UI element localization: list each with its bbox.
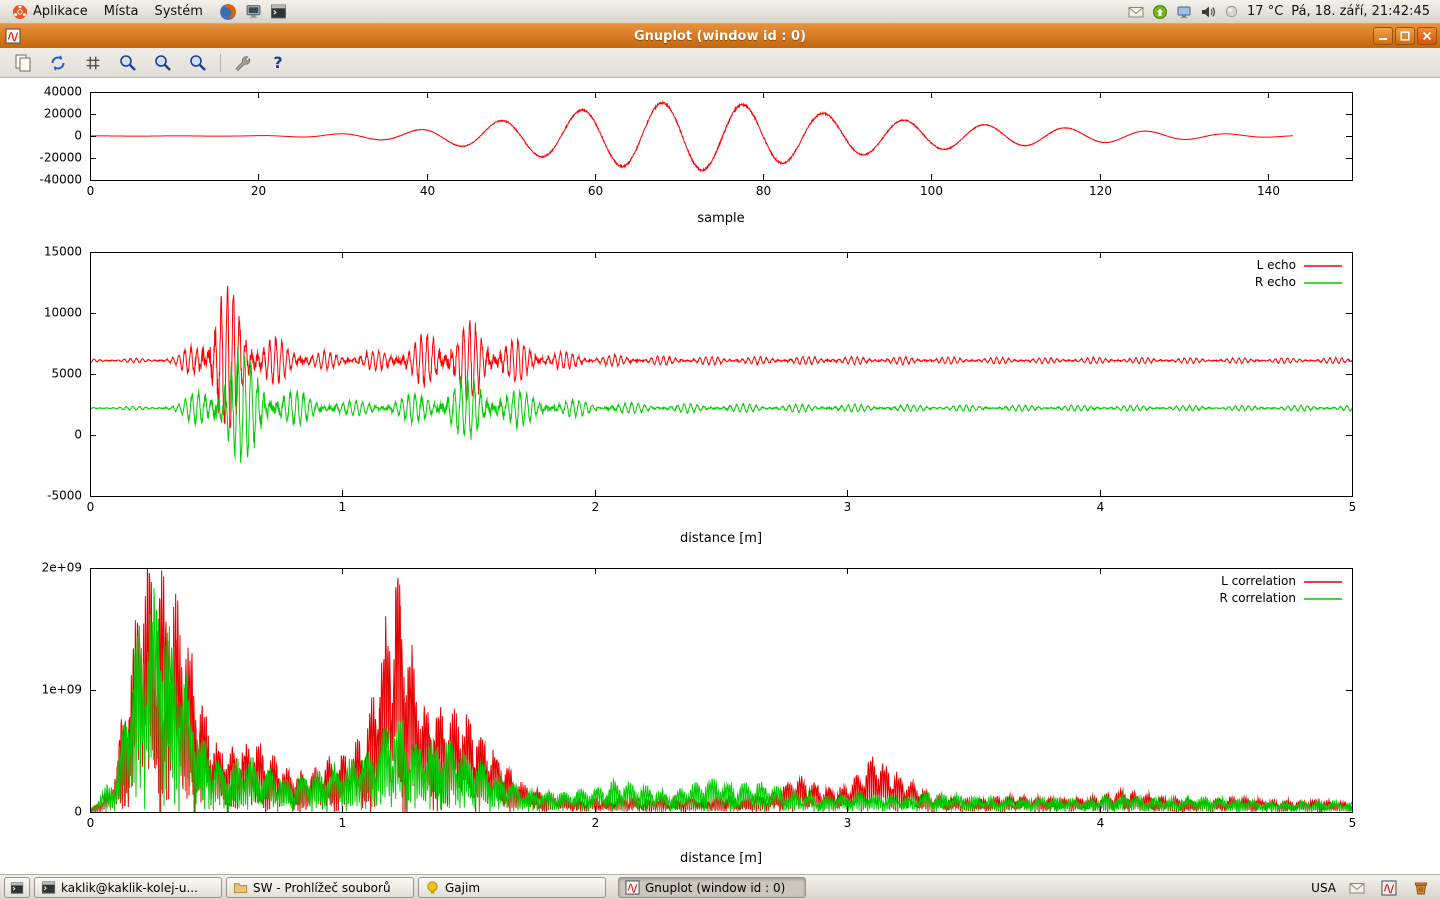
show-desktop-button[interactable] (4, 877, 30, 898)
minimize-button[interactable] (1373, 27, 1393, 45)
temperature-label[interactable]: 17 °C (1247, 4, 1283, 19)
gajim-icon (425, 880, 440, 895)
menu-system[interactable]: Systém (146, 0, 210, 24)
display-icon[interactable] (1176, 4, 1192, 20)
maximize-icon (1399, 30, 1411, 42)
plot-area (0, 78, 1440, 874)
panel-status-area: 17 °C Pá, 18. září, 21:42:45 (1128, 4, 1436, 20)
trash-icon (1413, 880, 1429, 896)
tray-mail[interactable] (1346, 878, 1368, 898)
gnuplot-toolbar: ? (0, 48, 1440, 78)
desktop: Aplikace Místa Systém 17 °C Pá, 18. září… (0, 0, 1440, 900)
toolbar-zoom-next-button[interactable] (150, 51, 176, 75)
menu-system-label: Systém (154, 4, 202, 19)
firefox-launcher-icon[interactable] (219, 3, 237, 21)
help-icon: ? (273, 53, 282, 72)
gnome-taskbar: kaklik@kaklik-kolej-u... SW - Prohlížeč … (0, 874, 1440, 900)
gnuplot-icon (625, 880, 640, 895)
toolbar-autoscale-button[interactable] (185, 51, 211, 75)
desktop-icon (10, 881, 24, 895)
gnome-top-panel: Aplikace Místa Systém 17 °C Pá, 18. září… (0, 0, 1440, 24)
menu-places-label: Místa (104, 4, 139, 19)
tray-gnuplot[interactable] (1378, 878, 1400, 898)
keyboard-layout-indicator[interactable]: USA (1311, 881, 1336, 895)
weather-icon[interactable] (1224, 4, 1239, 19)
volume-icon[interactable] (1200, 4, 1216, 20)
magnifier-icon (188, 53, 208, 73)
grid-icon (84, 54, 102, 72)
clock-label[interactable]: Pá, 18. září, 21:42:45 (1291, 4, 1430, 19)
task-label: Gnuplot (window id : 0) (645, 881, 785, 895)
toolbar-zoom-previous-button[interactable] (115, 51, 141, 75)
task-terminal[interactable]: kaklik@kaklik-kolej-u... (34, 877, 222, 898)
mail-notification-icon[interactable] (1128, 4, 1144, 20)
gnuplot-icon (1381, 880, 1397, 896)
window-buttons (1373, 27, 1437, 45)
updates-icon[interactable] (1152, 4, 1168, 20)
trash-applet[interactable] (1410, 878, 1432, 898)
toolbar-help-button[interactable]: ? (265, 51, 291, 75)
toolbar-copy-button[interactable] (10, 51, 36, 75)
task-file-manager[interactable]: SW - Prohlížeč souborů (226, 877, 414, 898)
close-button[interactable] (1417, 27, 1437, 45)
task-label: kaklik@kaklik-kolej-u... (61, 881, 198, 895)
panel-launchers (219, 3, 287, 21)
window-title: Gnuplot (window id : 0) (0, 29, 1440, 44)
wrench-icon (233, 53, 253, 73)
menu-applications-label: Aplikace (33, 4, 88, 19)
toolbar-grid-button[interactable] (80, 51, 106, 75)
copy-icon (13, 53, 33, 73)
magnifier-icon (118, 53, 138, 73)
terminal-icon (41, 880, 56, 895)
toolbar-replot-button[interactable] (45, 51, 71, 75)
file-manager-icon (233, 880, 248, 895)
toolbar-separator (220, 54, 221, 72)
magnifier-icon (153, 53, 173, 73)
chart-echo[interactable] (0, 234, 1440, 554)
mail-icon (1349, 880, 1365, 896)
task-gajim[interactable]: Gajim (418, 877, 606, 898)
menu-places[interactable]: Místa (96, 0, 147, 24)
toolbar-settings-button[interactable] (230, 51, 256, 75)
taskbar-right: USA (1311, 878, 1436, 898)
chart-correlation[interactable] (0, 554, 1440, 874)
task-label: SW - Prohlížeč souborů (253, 881, 391, 895)
gnuplot-window: Gnuplot (window id : 0) ? (0, 24, 1440, 874)
computer-launcher-icon[interactable] (245, 3, 262, 20)
terminal-launcher-icon[interactable] (270, 3, 287, 20)
task-gnuplot[interactable]: Gnuplot (window id : 0) (618, 877, 806, 898)
refresh-icon (48, 53, 68, 73)
task-label: Gajim (445, 881, 480, 895)
menu-applications[interactable]: Aplikace (4, 0, 96, 24)
chart-sample-waveform[interactable] (0, 78, 1440, 234)
titlebar[interactable]: Gnuplot (window id : 0) (0, 24, 1440, 48)
window-icon (5, 28, 21, 44)
close-icon (1421, 30, 1433, 42)
minimize-icon (1377, 30, 1389, 42)
maximize-button[interactable] (1395, 27, 1415, 45)
ubuntu-logo-icon (12, 4, 28, 20)
